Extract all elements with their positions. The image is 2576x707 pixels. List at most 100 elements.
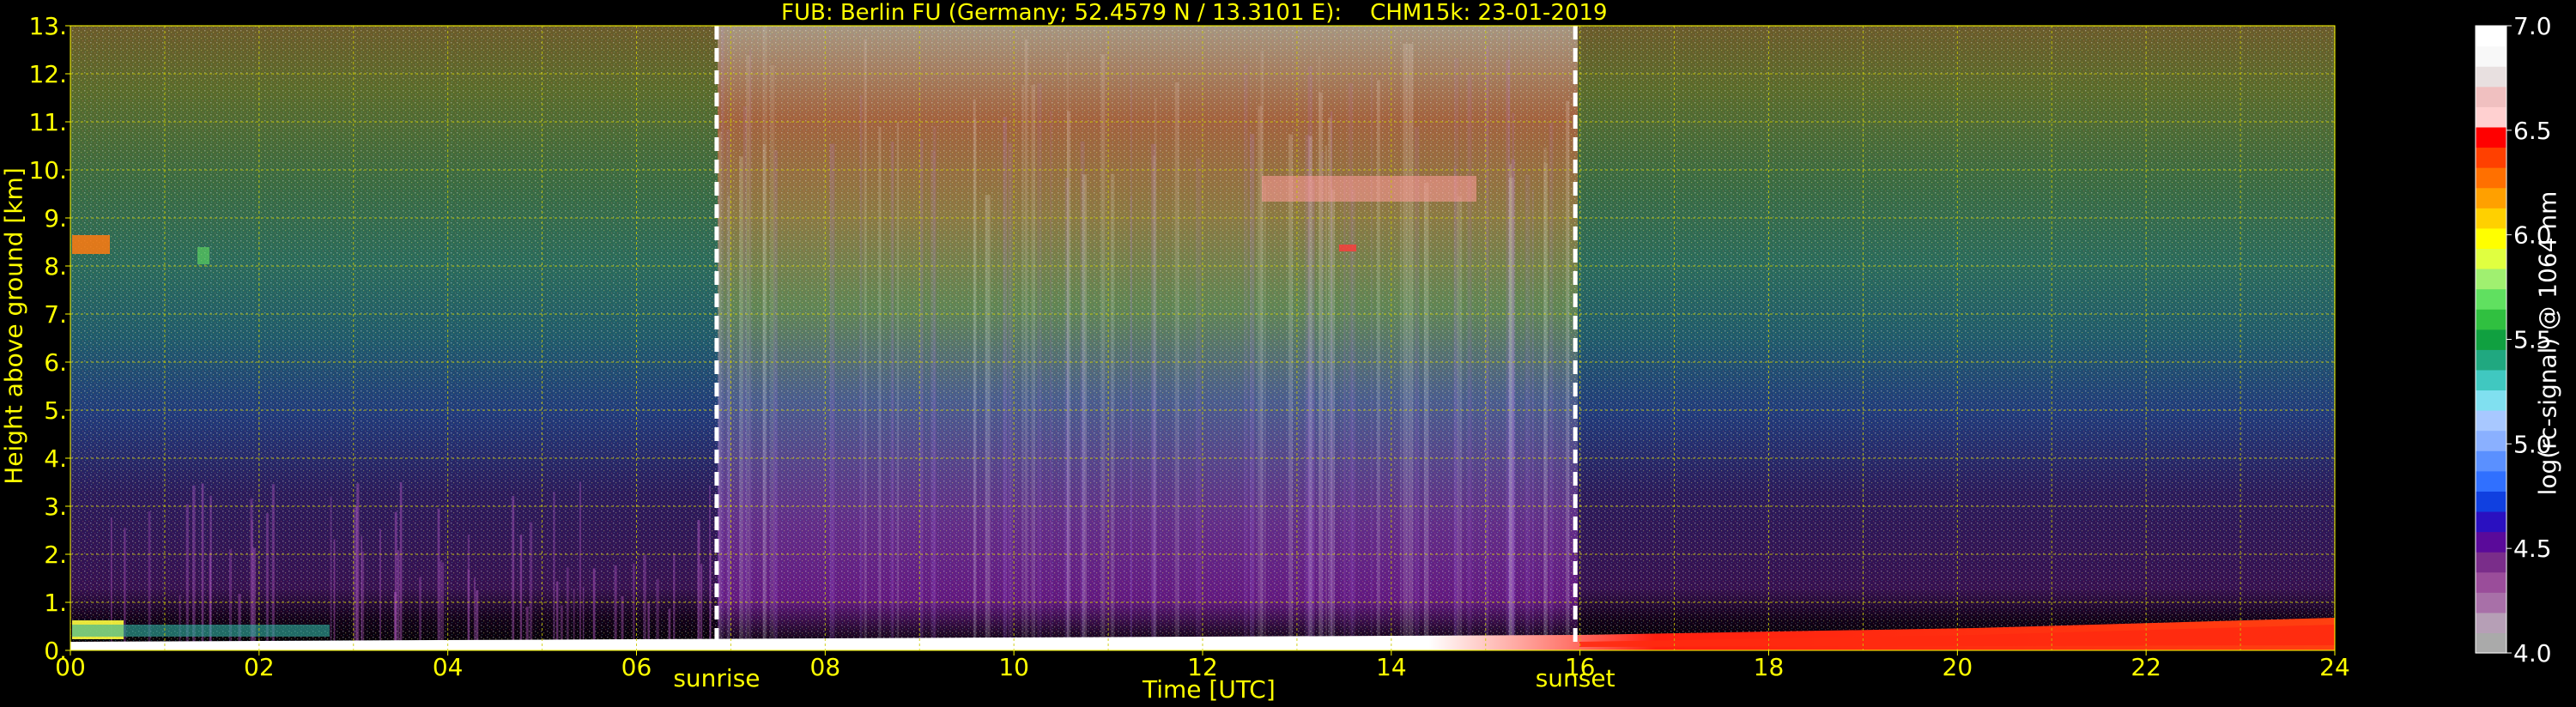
signal-streak	[930, 150, 936, 650]
y-tick-label: 0.	[44, 637, 67, 665]
signal-streak	[633, 563, 635, 650]
colorbar	[2475, 25, 2507, 654]
signal-streak	[700, 564, 703, 650]
colorbar-segment	[2476, 430, 2506, 451]
x-tick-label: 04	[433, 653, 464, 681]
y-tick-label: 13.	[28, 12, 67, 40]
colorbar-label: log(rc-signal) @ 1064 nm	[2533, 190, 2562, 496]
x-tick-label: 18	[1754, 653, 1785, 681]
colorbar-segment	[2476, 248, 2506, 269]
colorbar-segment	[2476, 511, 2506, 533]
signal-streak	[1196, 158, 1202, 650]
signal-streak	[1408, 43, 1414, 650]
signal-streak	[439, 560, 442, 650]
y-tick-label: 9.	[44, 204, 67, 233]
colorbar-segment	[2476, 632, 2506, 654]
signal-streak	[1511, 159, 1516, 650]
aerosol-near-ground	[72, 625, 330, 637]
cirrus-layer	[1262, 176, 1476, 202]
signal-streak	[399, 481, 403, 650]
colorbar-segment	[2476, 592, 2506, 613]
colorbar-segment	[2476, 329, 2506, 350]
colorbar-segment	[2476, 208, 2506, 229]
signal-streak	[356, 483, 360, 650]
y-tick-label: 11.	[28, 108, 67, 136]
signal-streak	[1507, 26, 1511, 650]
signal-streak	[361, 551, 365, 650]
aerosol-patch	[197, 247, 209, 264]
signal-streak	[919, 138, 924, 650]
signal-streak	[1288, 134, 1294, 650]
signal-streak	[985, 195, 991, 650]
signal-streak	[1100, 54, 1106, 650]
x-tick-label: 06	[621, 653, 652, 681]
signal-streak	[1351, 190, 1356, 650]
colorbar-segment	[2476, 450, 2506, 472]
sunset-label: sunset	[1536, 664, 1615, 692]
y-tick-label: 6.	[44, 348, 67, 377]
signal-streak	[394, 511, 397, 650]
signal-streak	[437, 508, 440, 650]
signal-streak	[1024, 39, 1028, 650]
colorbar-segment	[2476, 147, 2506, 168]
signal-streak	[553, 492, 555, 650]
signal-streak	[1258, 106, 1263, 650]
colorbar-tick-label: 4.5	[2513, 535, 2552, 563]
signal-streak	[1307, 66, 1313, 650]
chart-stage: FUB: Berlin FU (Germany; 52.4579 N / 13.…	[0, 0, 2576, 707]
signal-streak	[1330, 190, 1336, 650]
colorbar-tick-label: 7.0	[2513, 12, 2552, 40]
colorbar-segment	[2476, 491, 2506, 512]
signal-streak	[1037, 83, 1042, 650]
signal-streak	[1324, 145, 1328, 650]
colorbar-segment	[2476, 26, 2506, 47]
signal-streak	[718, 131, 722, 650]
colorbar-tick-label: 4.0	[2513, 639, 2552, 668]
signal-streak	[1082, 174, 1088, 650]
signal-streak	[773, 150, 779, 650]
colorbar-segment	[2476, 571, 2506, 593]
x-tick-label: 14	[1376, 653, 1407, 681]
signal-streak	[1264, 184, 1267, 650]
signal-streak	[878, 126, 882, 650]
signal-streak	[330, 496, 332, 650]
signal-streak	[1250, 133, 1255, 650]
y-axis-label: Height above ground [km]	[0, 167, 28, 485]
signal-streak	[1244, 63, 1248, 650]
signal-streak	[397, 550, 400, 650]
signal-streak	[721, 27, 724, 650]
colorbar-segment	[2476, 66, 2506, 88]
signal-streak	[739, 156, 743, 650]
signal-streak	[1377, 80, 1380, 650]
signal-streak	[1152, 155, 1156, 650]
colorbar-segment	[2476, 612, 2506, 634]
signal-streak	[519, 535, 523, 650]
y-tick-label: 3.	[44, 492, 67, 521]
signal-streak	[592, 568, 596, 650]
signal-streak	[419, 577, 421, 650]
signal-streak	[1371, 73, 1373, 650]
colorbar-segment	[2476, 552, 2506, 573]
signal-streak	[1174, 82, 1179, 650]
signal-streak	[1524, 174, 1530, 650]
signal-streak	[1543, 148, 1548, 650]
colorbar-segment	[2476, 369, 2506, 391]
signal-streak	[566, 567, 569, 650]
signal-streak	[1312, 179, 1315, 650]
heatmap-chart: 00 02 04 06 08 10 12 14 16 18 20 22 24 0.1.2.3.4.5.6…	[28, 12, 2552, 692]
x-tick-label: 10	[998, 653, 1029, 681]
signal-streak	[1467, 72, 1472, 650]
signal-streak	[1049, 110, 1052, 650]
x-tick-label: 08	[810, 653, 841, 681]
colorbar-tick-label: 6.5	[2513, 117, 2552, 145]
signal-streak	[896, 122, 900, 650]
colorbar-segment	[2476, 106, 2506, 128]
signal-streak	[1003, 117, 1008, 650]
colorbar-segment	[2476, 167, 2506, 189]
signal-streak	[727, 196, 730, 650]
x-tick-label: 20	[1943, 653, 1973, 681]
signal-streak	[1423, 183, 1429, 650]
signal-streak	[1549, 123, 1554, 650]
y-tick-label: 8.	[44, 252, 67, 281]
cloud-fragment	[1339, 245, 1356, 251]
